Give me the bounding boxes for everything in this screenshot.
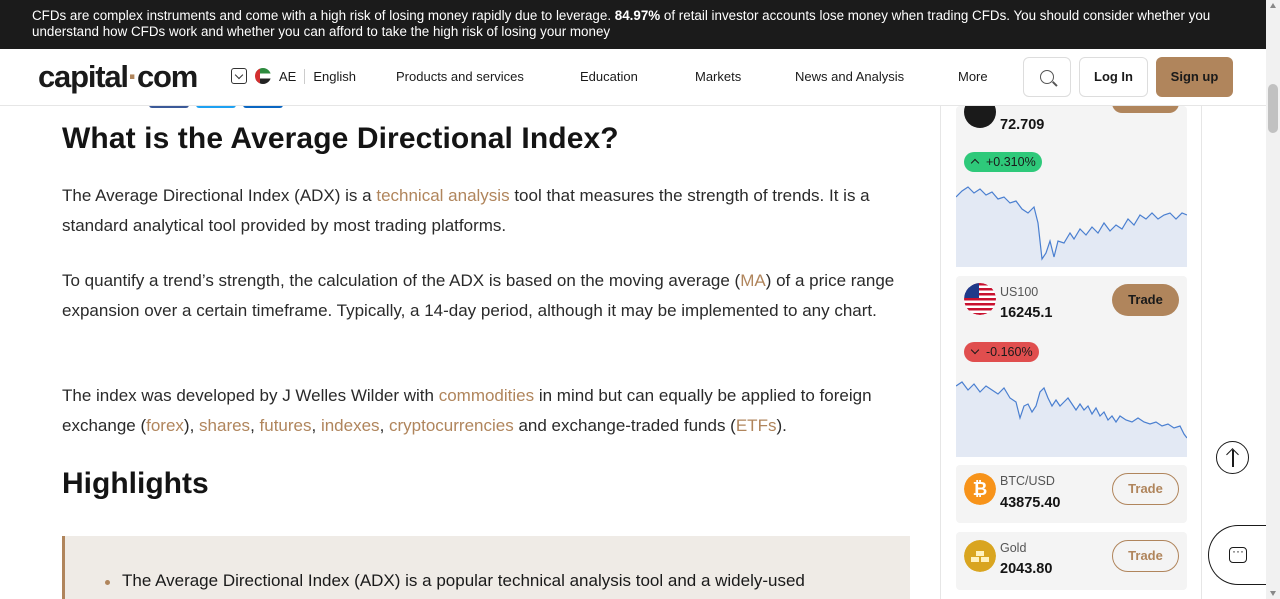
link-ma[interactable]: MA <box>740 271 766 290</box>
arrow-up-icon-stem <box>1232 450 1234 467</box>
risk-warning-banner: CFDs are complex instruments and come wi… <box>0 0 1266 49</box>
instrument-price: 16245.1 <box>1000 305 1053 321</box>
scroll-to-top-button[interactable] <box>1216 441 1249 474</box>
instrument-price: 2043.80 <box>1000 561 1053 577</box>
logo-text-right: com <box>136 59 198 94</box>
link-shares[interactable]: shares <box>199 416 250 435</box>
logo-text-left: capital <box>38 59 129 94</box>
search-button[interactable] <box>1023 57 1071 97</box>
instrument-price: 72.709 <box>1000 117 1045 133</box>
instrument-symbol: Gold <box>1000 541 1027 555</box>
sparkline-chart <box>956 381 1187 457</box>
sparkline-area <box>956 382 1187 457</box>
link-commodities[interactable]: commodities <box>439 386 534 405</box>
trade-button[interactable]: Trade <box>1112 284 1179 316</box>
p3-text-d: and exchange-traded funds ( <box>513 416 736 435</box>
signup-button[interactable]: Sign up <box>1156 57 1233 97</box>
p3-text-c: ), <box>183 416 200 435</box>
market-card-gold[interactable]: Gold 2043.80 Trade <box>956 532 1187 590</box>
nav-education[interactable]: Education <box>580 69 638 84</box>
us-flag-icon <box>964 283 996 315</box>
change-badge: -0.160% <box>964 342 1039 362</box>
change-value: -0.160% <box>986 345 1033 359</box>
market-card-us100[interactable]: US100 16245.1 Trade -0.160% <box>956 276 1187 457</box>
paragraph-3: The index was developed by J Welles Wild… <box>62 381 912 441</box>
highlights-heading: Highlights <box>62 467 209 500</box>
change-badge: +0.310% <box>964 152 1042 172</box>
scroll-up-arrow-icon[interactable] <box>1270 3 1276 8</box>
gold-bars-icon <box>964 540 996 572</box>
instrument-symbol: BTC/USD <box>1000 474 1055 488</box>
p3-text-a: The index was developed by J Welles Wild… <box>62 386 439 405</box>
p2-text-a: To quantify a trend’s strength, the calc… <box>62 271 741 290</box>
search-icon-handle <box>1052 81 1058 87</box>
trade-button[interactable]: Trade <box>1112 540 1179 572</box>
site-header: capital·com AE English Products and serv… <box>0 49 1266 106</box>
login-button[interactable]: Log In <box>1079 57 1148 97</box>
instrument-symbol: US100 <box>1000 285 1039 299</box>
market-card-btcusd[interactable]: ₿ BTC/USD 43875.40 Trade <box>956 465 1187 523</box>
chevron-down-icon <box>231 68 247 84</box>
link-etfs[interactable]: ETFs <box>736 416 777 435</box>
logo-dot: · <box>127 59 138 94</box>
nav-news-and-analysis[interactable]: News and Analysis <box>795 69 904 84</box>
language-selector[interactable]: AE English <box>231 68 356 84</box>
p3-text-e: ). <box>776 416 787 435</box>
sparkline-chart <box>956 186 1187 267</box>
change-value: +0.310% <box>986 155 1036 169</box>
nav-more[interactable]: More <box>958 69 988 84</box>
svg-text:₿: ₿ <box>973 479 988 500</box>
link-forex[interactable]: forex <box>146 416 184 435</box>
risk-percent: 84.97% <box>614 8 661 23</box>
sparkline-area <box>956 187 1187 267</box>
bitcoin-icon: ₿ <box>964 473 996 505</box>
scrollbar-thumb[interactable] <box>1268 84 1278 133</box>
uae-flag-icon <box>255 68 271 84</box>
trade-button[interactable]: Trade <box>1112 473 1179 505</box>
p3-sep-1: , <box>250 416 260 435</box>
language-label: English <box>313 68 356 84</box>
scroll-down-arrow-icon[interactable] <box>1270 591 1276 596</box>
p3-sep-3: , <box>379 416 390 435</box>
market-card-1[interactable]: 72.709 +0.310% <box>956 93 1187 267</box>
chat-button[interactable] <box>1208 525 1268 585</box>
link-futures[interactable]: futures <box>260 416 312 435</box>
p1-text-a: The Average Directional Index (ADX) is a <box>62 186 377 205</box>
nav-markets[interactable]: Markets <box>695 69 741 84</box>
paragraph-2: To quantify a trend’s strength, the calc… <box>62 266 912 326</box>
p3-sep-2: , <box>311 416 321 435</box>
instrument-price: 43875.40 <box>1000 495 1061 511</box>
link-indexes[interactable]: indexes <box>321 416 380 435</box>
link-technical-analysis[interactable]: technical analysis <box>376 186 509 205</box>
risk-text-before: CFDs are complex instruments and come wi… <box>32 8 615 23</box>
highlights-box: The Average Directional Index (ADX) is a… <box>62 536 910 599</box>
chat-icon <box>1229 544 1247 563</box>
capital-com-logo[interactable]: capital·com <box>38 59 198 95</box>
nav-products-and-services[interactable]: Products and services <box>396 69 524 84</box>
arrow-down-icon <box>970 345 980 355</box>
arrow-up-icon <box>970 158 980 168</box>
link-cryptocurrencies[interactable]: cryptocurrencies <box>389 416 514 435</box>
article-title: What is the Average Directional Index? <box>62 122 619 155</box>
page-scrollbar[interactable] <box>1266 0 1280 599</box>
paragraph-1: The Average Directional Index (ADX) is a… <box>62 181 912 241</box>
bullet-dot <box>105 580 110 585</box>
highlight-item: The Average Directional Index (ADX) is a… <box>122 571 805 590</box>
region-code: AE <box>279 68 306 84</box>
